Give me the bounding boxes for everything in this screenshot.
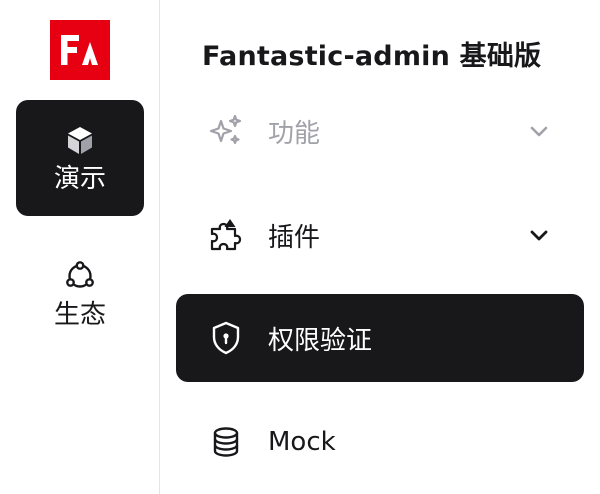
- menu-item-permission[interactable]: 权限验证: [176, 294, 584, 382]
- logo-mark-icon: [61, 35, 98, 65]
- main-sidebar: 演示 生态: [0, 0, 160, 494]
- rail-item-label: 生态: [53, 300, 106, 330]
- menu-item-label: Mock: [268, 427, 336, 457]
- menu-item-label: 功能: [268, 118, 321, 149]
- menu-item-features[interactable]: 功能: [176, 87, 584, 175]
- menu-item-mock[interactable]: Mock: [176, 398, 584, 486]
- database-icon: [213, 427, 239, 457]
- app-logo[interactable]: [50, 20, 110, 80]
- sub-sidebar: Fantastic-admin 基础版 功能 插件 权限验证 Mock: [161, 0, 600, 494]
- app-root: 演示 生态 Fantastic-admin 基础版 功能 插件 权限验证 Moc…: [0, 0, 600, 494]
- menu-item-plugins[interactable]: 插件: [176, 191, 584, 279]
- puzzle-icon: [210, 219, 242, 251]
- rail-item-ecosystem[interactable]: 生态: [16, 236, 144, 352]
- chevron-down-icon: [530, 126, 548, 137]
- rail-item-label: 演示: [53, 164, 106, 194]
- sparkles-icon: [209, 114, 242, 145]
- cube-icon: [68, 127, 92, 154]
- chevron-down-icon: [530, 230, 548, 241]
- shield-icon: [212, 321, 240, 355]
- menu-item-label: 权限验证: [268, 325, 373, 356]
- submenu-title: Fantastic-admin 基础版: [202, 41, 542, 72]
- rail-item-demo[interactable]: 演示: [16, 100, 144, 216]
- menu-item-label: 插件: [268, 222, 321, 253]
- share-nodes-icon: [66, 261, 94, 288]
